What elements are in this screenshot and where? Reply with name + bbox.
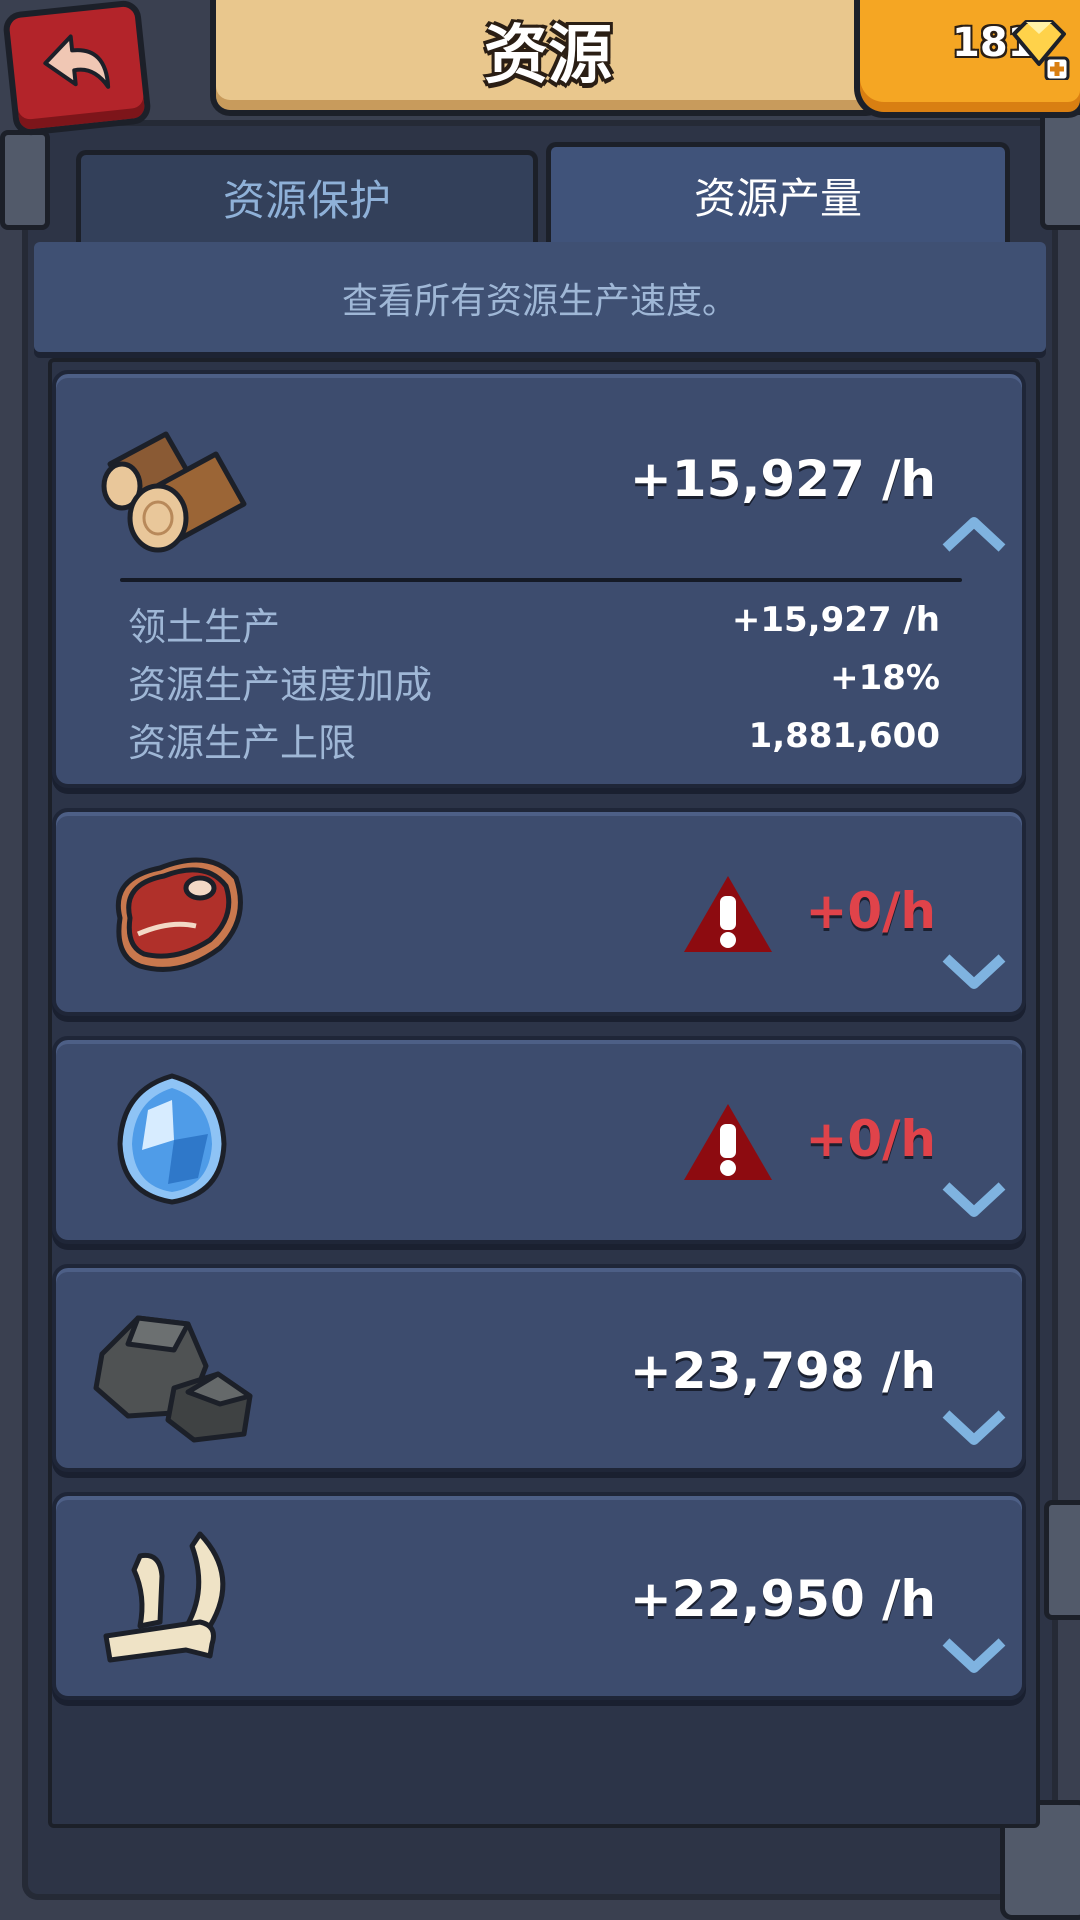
meat-icon xyxy=(115,857,243,972)
resource-rate: +15,927 /h xyxy=(629,450,936,508)
gem-plus-icon xyxy=(1012,20,1070,80)
detail-value: 1,881,600 xyxy=(748,716,940,756)
page-title: 资源 xyxy=(484,19,612,93)
back-button[interactable] xyxy=(1,0,153,137)
resource-rate: +0/h xyxy=(805,882,936,940)
bone-icon xyxy=(103,1531,226,1663)
chevron-down-icon[interactable] xyxy=(942,1408,1006,1448)
description-bar: 查看所有资源生产速度。 xyxy=(34,242,1046,352)
resource-card-meat[interactable]: +0/h xyxy=(52,808,1026,1016)
resource-rate: +23,798 /h xyxy=(629,1342,936,1400)
detail-value: +15,927 /h xyxy=(731,600,940,640)
frame-rock xyxy=(0,130,50,230)
divider xyxy=(120,578,962,582)
tab-resource-output[interactable]: 资源产量 xyxy=(546,142,1010,247)
chevron-down-icon[interactable] xyxy=(942,1180,1006,1220)
resource-rate: +0/h xyxy=(805,1110,936,1168)
gem-counter[interactable]: 181 xyxy=(854,0,1080,118)
resource-card-stone[interactable]: +23,798 /h xyxy=(52,1264,1026,1472)
resource-card-crystal[interactable]: +0/h xyxy=(52,1036,1026,1244)
resource-card-bone[interactable]: +22,950 /h xyxy=(52,1492,1026,1700)
resource-rate: +22,950 /h xyxy=(629,1570,936,1628)
frame-rock xyxy=(1040,110,1080,230)
detail-label: 资源生产速度加成 xyxy=(128,663,433,707)
stone-icon xyxy=(93,1315,253,1443)
chevron-up-icon[interactable] xyxy=(942,514,1006,554)
title-banner: 资源 xyxy=(210,0,886,116)
chevron-down-icon[interactable] xyxy=(942,1636,1006,1676)
warning-icon xyxy=(684,1104,772,1180)
wood-icon xyxy=(101,431,247,553)
crystal-icon xyxy=(117,1073,227,1205)
detail-value: +18% xyxy=(830,658,940,698)
tab-resource-protection[interactable]: 资源保护 xyxy=(76,150,538,247)
detail-label: 资源生产上限 xyxy=(128,721,357,765)
back-arrow-icon xyxy=(43,34,111,89)
warning-icon xyxy=(684,876,772,952)
detail-label: 领土生产 xyxy=(128,605,281,649)
resource-card-wood[interactable]: +15,927 /h 领土生产 +15,927 /h 资源生产速度加成 +18%… xyxy=(52,370,1026,788)
chevron-down-icon[interactable] xyxy=(942,952,1006,992)
description-text: 查看所有资源生产速度。 xyxy=(341,281,738,322)
frame-rock xyxy=(1044,1500,1080,1620)
